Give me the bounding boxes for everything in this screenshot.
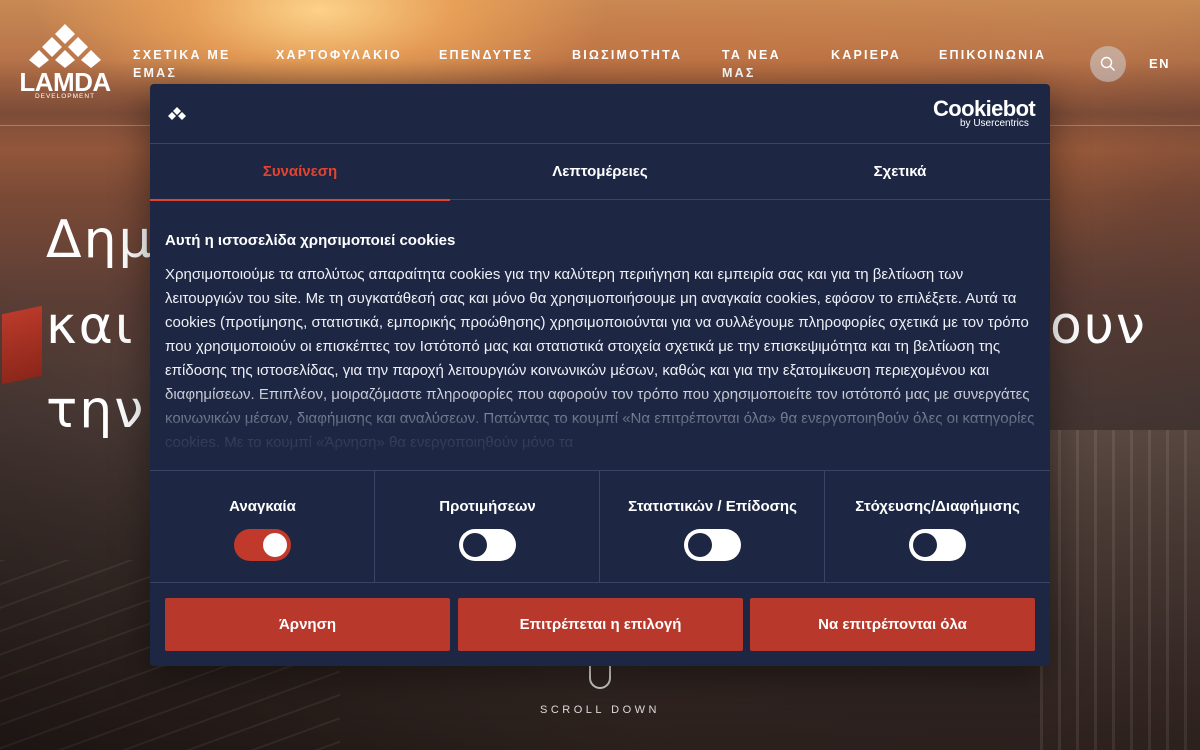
lamda-logo[interactable]: LAMDA DEVELOPMENT	[18, 24, 112, 102]
nav-portfolio[interactable]: ΧΑΡΤΟΦΥΛΑΚΙΟ	[276, 46, 402, 64]
lamda-logo-icon	[29, 24, 101, 68]
deny-button[interactable]: Άρνηση	[165, 598, 450, 651]
cookie-dialog-header: Cookiebot by Usercentrics	[150, 84, 1050, 144]
tab-about[interactable]: Σχετικά	[750, 144, 1050, 200]
search-icon	[1100, 56, 1115, 71]
toggle-necessary: Αναγκαία	[150, 471, 375, 583]
lamda-mark-icon	[168, 107, 186, 120]
cookie-tabs: Συναίνεση Λεπτομέρειες Σχετικά	[150, 144, 1050, 201]
toggle-preferences-switch[interactable]	[459, 529, 516, 561]
allow-selection-button[interactable]: Επιτρέπεται η επιλογή	[458, 598, 743, 651]
nav-sustainability[interactable]: ΒΙΩΣΙΜΟΤΗΤΑ	[572, 46, 682, 64]
toggle-preferences-label: Προτιμήσεων	[439, 498, 536, 515]
nav-careers[interactable]: ΚΑΡΙΕΡΑ	[831, 46, 901, 64]
toggle-marketing: Στόχευσης/Διαφήμισης	[825, 471, 1050, 583]
tab-details[interactable]: Λεπτομέρειες	[450, 144, 750, 200]
toggle-marketing-switch[interactable]	[909, 529, 966, 561]
toggle-statistics-switch[interactable]	[684, 529, 741, 561]
search-button[interactable]	[1090, 46, 1126, 82]
switch-knob	[463, 533, 487, 557]
toggle-preferences: Προτιμήσεων	[375, 471, 600, 583]
hero-red-shape	[2, 305, 42, 385]
allow-all-button[interactable]: Να επιτρέπονται όλα	[750, 598, 1035, 651]
hero-city-buildings	[1040, 430, 1200, 750]
switch-knob	[263, 533, 287, 557]
toggle-necessary-label: Αναγκαία	[229, 498, 296, 515]
hero-title-line-2-end: ουν	[1050, 296, 1147, 356]
nav-about[interactable]: ΣΧΕΤΙΚΑ ΜΕ ΕΜΑΣ	[133, 46, 231, 82]
cookiebot-byline: by Usercentrics	[960, 118, 1029, 129]
logo-subtitle: DEVELOPMENT	[34, 93, 96, 100]
tab-consent[interactable]: Συναίνεση	[150, 144, 450, 201]
cookie-category-toggles: Αναγκαία Προτιμήσεων Στατιστικών / Επίδο…	[150, 470, 1050, 583]
scroll-down-label[interactable]: SCROLL DOWN	[500, 704, 700, 716]
cookie-text-fade	[150, 384, 1050, 470]
toggle-statistics-label: Στατιστικών / Επίδοσης	[628, 498, 797, 515]
hero-title-line-3: την	[46, 380, 146, 440]
hero-title-line-2: και	[46, 296, 135, 356]
toggle-statistics: Στατιστικών / Επίδοσης	[600, 471, 825, 583]
cookie-title: Αυτή η ιστοσελίδα χρησιμοποιεί cookies	[165, 232, 456, 249]
hero-title-line-1: Δημ	[46, 210, 154, 270]
switch-knob	[688, 533, 712, 557]
toggle-necessary-switch[interactable]	[234, 529, 291, 561]
toggle-marketing-label: Στόχευσης/Διαφήμισης	[855, 498, 1020, 515]
nav-news[interactable]: ΤΑ ΝΕΑ ΜΑΣ	[722, 46, 781, 82]
nav-investors[interactable]: ΕΠΕΝΔΥΤΕΣ	[439, 46, 533, 64]
switch-knob	[913, 533, 937, 557]
language-switch[interactable]: EN	[1149, 56, 1170, 71]
cookie-consent-dialog: Cookiebot by Usercentrics Συναίνεση Λεπτ…	[150, 84, 1050, 666]
nav-contact[interactable]: ΕΠΙΚΟΙΝΩΝΙΑ	[939, 46, 1046, 64]
